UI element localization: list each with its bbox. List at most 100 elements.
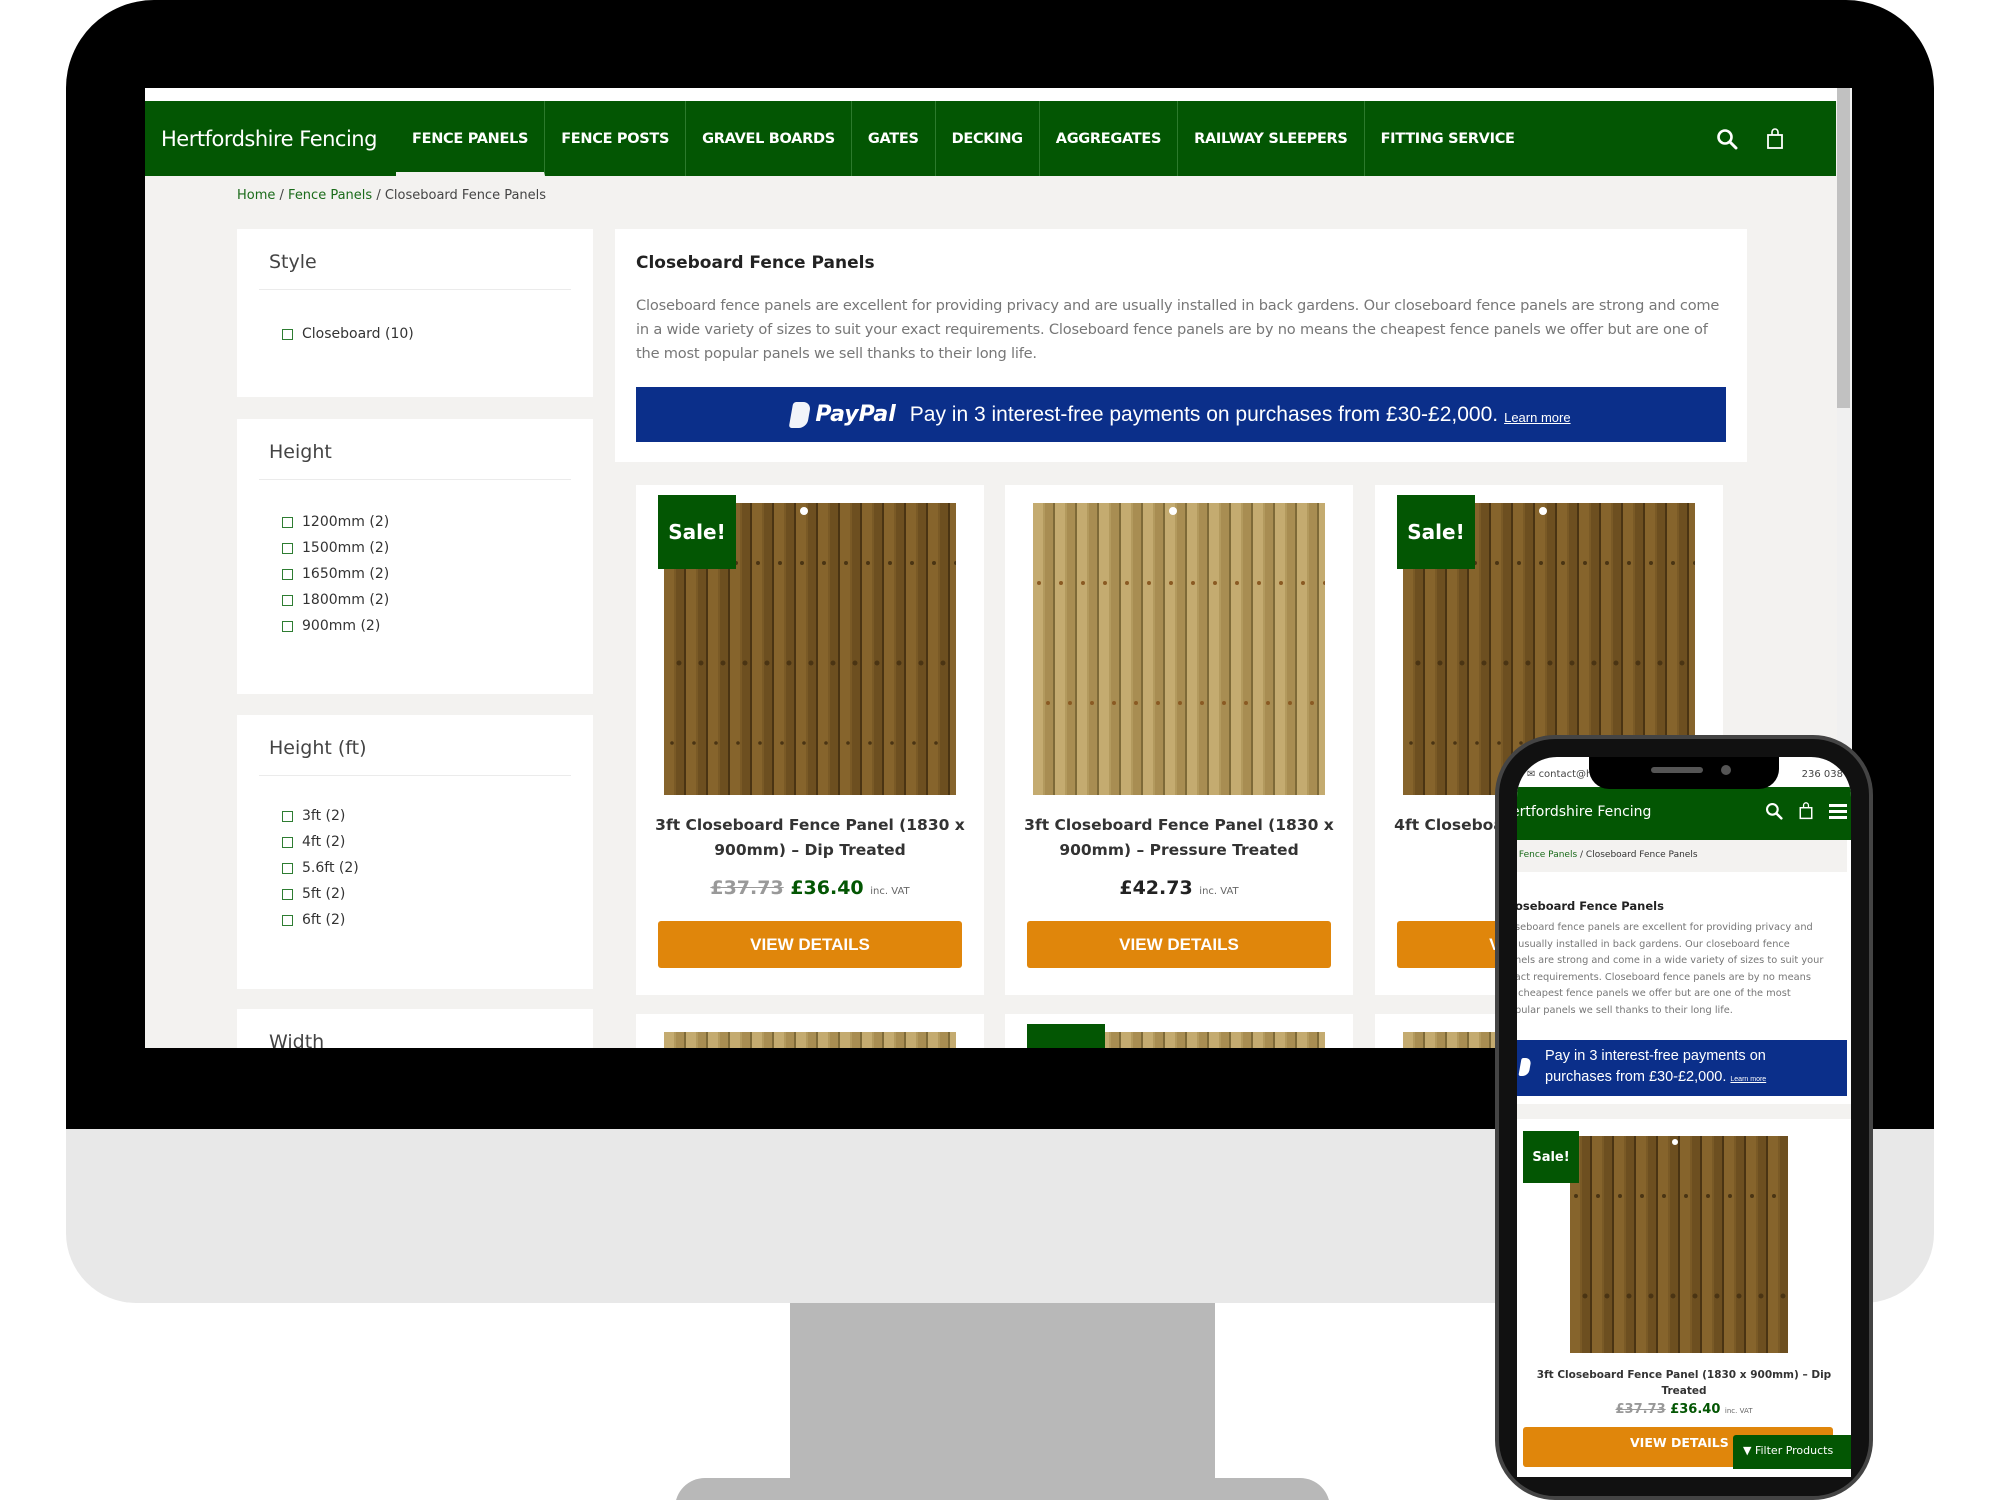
text-line: e cheapest fence panels we offer but are… [1517,988,1791,999]
nav-fence-posts[interactable]: FENCE POSTS [545,101,687,176]
paypal-logo: PayPal [789,401,896,428]
checkbox-icon[interactable] [282,810,293,822]
breadcrumb-fence-panels[interactable]: Fence Panels [288,188,372,203]
mobile-site-logo[interactable]: ertfordshire Fencing [1517,804,1651,820]
filter-option[interactable]: 3ft (2) [282,803,359,829]
hamburger-menu-icon[interactable] [1829,802,1847,824]
product-title[interactable]: 3ft Closeboard Fence Panel (1830 x 900mm… [646,813,974,863]
filter-height: Height 1200mm (2) 1500mm (2) 1650mm (2) … [237,419,593,694]
paypal-learn-more-link[interactable]: Learn more [1730,1076,1766,1083]
checkbox-icon[interactable] [282,328,293,340]
mobile-breadcrumb: / Fence Panels / Closeboard Fence Panels [1517,840,1847,872]
filter-option-label: 900mm (2) [302,618,381,634]
paypal-message: Pay in 3 interest-free payments on purch… [909,402,1499,426]
breadcrumb-fence-panels[interactable]: Fence Panels [1519,850,1577,860]
product-card: Sale! 3ft Closeboard Fence Panel (1830 x… [636,485,984,995]
checkbox-icon[interactable] [282,836,293,848]
nav-fitting-service[interactable]: FITTING SERVICE [1365,101,1531,176]
product-image[interactable] [1033,503,1325,795]
filter-option-label: 5ft (2) [302,886,346,902]
filter-option[interactable]: 1200mm (2) [282,509,389,535]
text-line: e usually installed in back gardens. Our… [1517,938,1790,950]
product-title[interactable]: 3ft Closeboard Fence Panel (1830 x 900mm… [1015,813,1343,863]
filter-option[interactable]: Closeboard (10) [282,321,414,347]
divider [259,775,571,776]
site-logo[interactable]: Hertfordshire Fencing [145,127,396,151]
filter-option-label: 1200mm (2) [302,514,390,530]
checkbox-icon[interactable] [282,888,293,900]
nav-gates[interactable]: GATES [852,101,936,176]
product-image[interactable] [1570,1136,1788,1353]
nav-gravel-boards[interactable]: GRAVEL BOARDS [686,101,852,176]
mobile-category-text: oseboard fence panels are excellent for … [1517,920,1847,1019]
text-line: opular panels we sell thanks to their lo… [1517,1004,1733,1016]
product-price: £37.73 £36.40 inc. VAT [636,877,984,899]
breadcrumb-current: Closeboard Fence Panels [384,188,547,203]
nav-aggregates[interactable]: AGGREGATES [1040,101,1179,176]
product-card [636,1014,984,1048]
view-details-button[interactable]: VIEW DETAILS [658,921,962,968]
breadcrumb-home[interactable]: Home [237,188,275,203]
checkbox-icon[interactable] [282,542,293,554]
filter-options: 3ft (2) 4ft (2) 5.6ft (2) 5ft (2) 6ft (2… [282,803,359,933]
nav-decking[interactable]: DECKING [936,101,1040,176]
paypal-line: Pay in 3 interest-free payments on [1545,1048,1766,1064]
paypal-icon [789,401,812,428]
text-line: anels are strong and come in a wide vari… [1517,955,1824,966]
filter-option[interactable]: 6ft (2) [282,907,359,933]
vat-label: inc. VAT [870,886,910,897]
checkbox-icon[interactable] [282,862,293,874]
view-details-button[interactable]: VIEW DETAILS [1027,921,1331,968]
mobile-screen: ✉ contact@h 236 038 ertfordshire Fencing… [1517,757,1851,1477]
paypal-icon [1518,1058,1532,1076]
search-icon[interactable] [1716,128,1738,150]
original-price: £37.73 [710,877,784,899]
mobile-nav-icons [1765,802,1847,824]
divider [259,479,571,480]
filter-option-label: 1500mm (2) [302,540,390,556]
mail-icon: ✉ [1527,769,1539,780]
filter-option-label: 1800mm (2) [302,592,390,608]
nav-railway-sleepers[interactable]: RAILWAY SLEEPERS [1178,101,1365,176]
checkbox-icon[interactable] [282,568,293,580]
filter-option[interactable]: 1650mm (2) [282,561,389,587]
product-price: £37.73 £36.40 inc. VAT [1517,1402,1851,1417]
filter-option[interactable]: 4ft (2) [282,829,359,855]
main-navigation: Hertfordshire Fencing FENCE PANELS FENCE… [145,101,1836,176]
checkbox-icon[interactable] [282,914,293,926]
filter-option-label: 1650mm (2) [302,566,390,582]
category-title: Closeboard Fence Panels [636,253,875,273]
mobile-phone-number[interactable]: 236 038 [1802,769,1843,780]
breadcrumb: Home / Fence Panels / Closeboard Fence P… [237,188,546,203]
product-image[interactable] [664,1032,956,1048]
nav-fence-panels[interactable]: FENCE PANELS [396,101,546,176]
monitor-stand-base [675,1478,1330,1500]
breadcrumb-current: Closeboard Fence Panels [1585,850,1698,860]
category-description: Closeboard Fence Panels Closeboard fence… [615,229,1747,462]
filter-option-label: 4ft (2) [302,834,346,850]
search-icon[interactable] [1765,802,1783,824]
filter-option[interactable]: 900mm (2) [282,613,389,639]
filter-option[interactable]: 1800mm (2) [282,587,389,613]
filter-option[interactable]: 5.6ft (2) [282,855,359,881]
vat-label: inc. VAT [1199,886,1239,897]
checkbox-icon[interactable] [282,594,293,606]
scrollbar-thumb[interactable] [1837,88,1850,408]
paypal-learn-more-link[interactable]: Learn more [1504,405,1570,425]
section-gap [1517,1104,1851,1119]
text-line: xact requirements. Closeboard fence pane… [1517,971,1811,983]
mobile-contact[interactable]: ✉ contact@h [1527,769,1592,780]
regular-price: £42.73 [1119,877,1193,899]
filter-option-label: 5.6ft (2) [302,860,359,876]
filter-products-button[interactable]: ▼ Filter Products [1733,1435,1851,1469]
original-price: £37.73 [1615,1402,1666,1417]
shopping-bag-icon[interactable] [1764,127,1786,150]
shopping-bag-icon[interactable] [1797,802,1815,824]
product-title[interactable]: 3ft Closeboard Fence Panel (1830 x 900mm… [1525,1367,1843,1399]
filter-option[interactable]: 1500mm (2) [282,535,389,561]
filter-option[interactable]: 5ft (2) [282,881,359,907]
checkbox-icon[interactable] [282,620,293,632]
sale-price: £36.40 [1670,1402,1721,1417]
checkbox-icon[interactable] [282,516,293,528]
sale-badge [1027,1024,1105,1048]
